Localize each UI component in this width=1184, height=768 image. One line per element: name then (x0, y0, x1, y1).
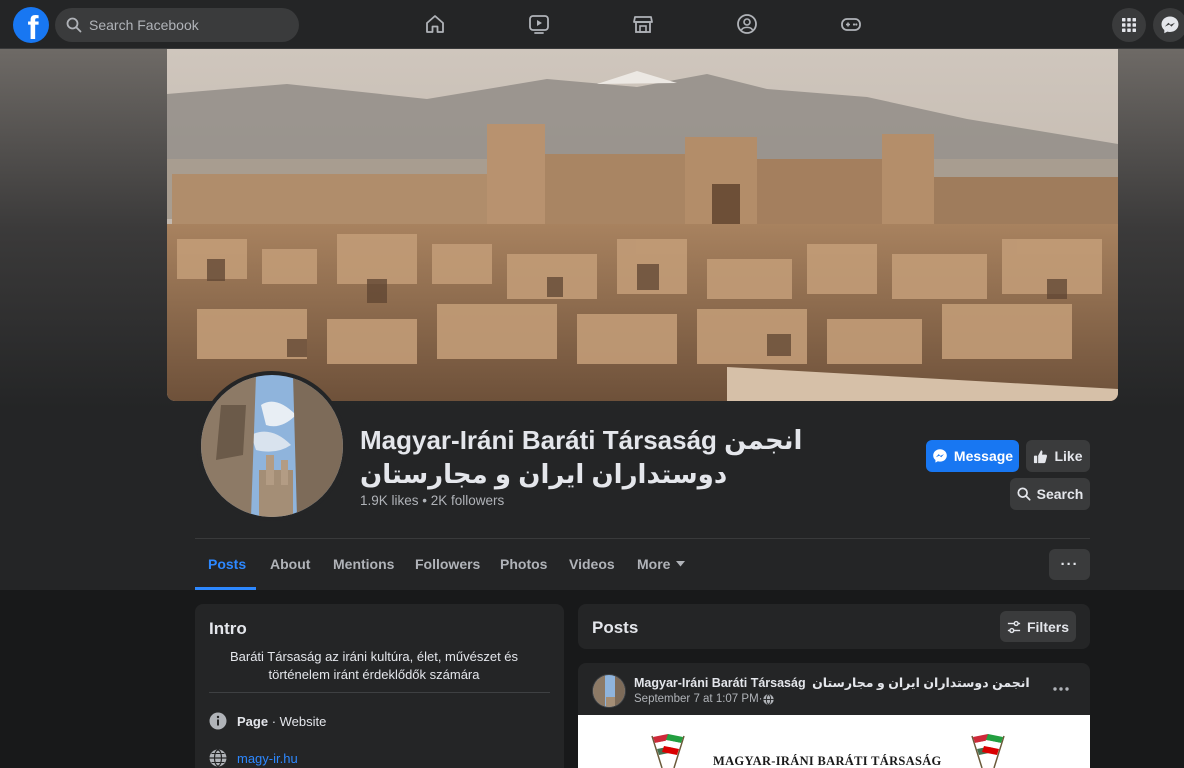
tab-about[interactable]: About (270, 556, 310, 572)
hungary-iran-flags-icon (651, 734, 685, 768)
posts-title: Posts (592, 618, 639, 637)
facebook-logo-icon[interactable]: f (13, 7, 49, 43)
like-button[interactable]: Like (1026, 440, 1090, 472)
search-button-label: Search (1036, 486, 1084, 502)
post-author-name-rtl[interactable]: انجمن دوستداران ایران و مجارستان (812, 676, 1030, 690)
intro-description: Baráti Társaság az iráni kultúra, élet, … (229, 649, 519, 682)
info-icon (209, 712, 227, 730)
message-button[interactable]: Message (926, 440, 1019, 472)
caret-down-icon (676, 561, 686, 567)
post-date[interactable]: September 7 at 1:07 PM (634, 693, 759, 705)
filters-button-label: Filters (1026, 618, 1069, 635)
tab-more-label: More (637, 556, 671, 572)
page-title-line1: Magyar-Iráni Baráti Társaság انجمن (360, 425, 803, 455)
intro-page-label: Page (237, 713, 269, 729)
hungary-iran-flags-icon (971, 734, 1005, 768)
tab-followers[interactable]: Followers (415, 556, 480, 572)
groups-icon[interactable] (735, 12, 759, 36)
intro-card (195, 604, 564, 768)
menu-grid-icon[interactable] (1112, 8, 1146, 42)
public-globe-icon (762, 693, 774, 705)
search-icon (66, 17, 82, 33)
active-tab-indicator (195, 587, 256, 590)
marketplace-icon[interactable] (631, 12, 655, 36)
more-options-icon: ··· (1060, 556, 1079, 573)
tab-videos[interactable]: Videos (569, 556, 615, 572)
page-title: Magyar-Iráni Baráti Társaság انجمن دوستد… (360, 423, 860, 491)
watch-icon[interactable] (527, 12, 551, 36)
page-title-line2: دوستداران ایران و مجارستان (360, 459, 728, 489)
globe-icon (209, 749, 227, 767)
search-icon (1017, 487, 1031, 501)
intro-page-category: · Website (268, 713, 327, 729)
intro-divider (209, 692, 550, 693)
search-input[interactable]: Search Facebook (55, 8, 299, 42)
messenger-icon[interactable] (1153, 8, 1184, 42)
tab-posts[interactable]: Posts (208, 556, 246, 572)
tab-more[interactable]: More (637, 556, 686, 572)
message-button-label: Message (953, 448, 1014, 464)
thumbs-up-icon (1034, 449, 1048, 463)
post-image[interactable]: MAGYAR-IRÁNI BARÁTI TÁRSASÁG (578, 715, 1090, 768)
page-search-button[interactable]: Search (1010, 478, 1090, 510)
messenger-icon (933, 449, 947, 463)
post-meta-row: September 7 at 1:07 PM · (634, 693, 774, 705)
facebook-logo-letter: f (27, 9, 39, 43)
more-options-button[interactable]: ··· (1049, 549, 1090, 580)
top-navigation-bar: f Search Facebook (0, 0, 1184, 49)
profile-picture[interactable] (197, 371, 347, 521)
page-stats[interactable]: 1.9K likes • 2K followers (360, 493, 504, 508)
gaming-icon[interactable] (839, 12, 863, 36)
like-button-label: Like (1054, 448, 1083, 464)
intro-website-link[interactable]: magy-ir.hu (237, 751, 298, 766)
filters-icon (1007, 620, 1021, 633)
search-placeholder: Search Facebook (89, 17, 199, 33)
tabs-divider (195, 538, 1090, 539)
tab-mentions[interactable]: Mentions (333, 556, 394, 572)
intro-page-row: Page · Website (209, 712, 326, 730)
more-horizontal-icon (1053, 687, 1069, 691)
filters-button[interactable]: Filters (1000, 611, 1076, 642)
post-author-name[interactable]: Magyar-Iráni Baráti Társaság (634, 676, 806, 690)
intro-website-row: magy-ir.hu (209, 749, 298, 767)
cover-photo[interactable] (167, 49, 1118, 401)
tab-photos[interactable]: Photos (500, 556, 547, 572)
post-image-caption: MAGYAR-IRÁNI BARÁTI TÁRSASÁG (713, 754, 942, 768)
post-options-button[interactable] (1047, 677, 1075, 701)
post-author-row: Magyar-Iráni Baráti Társaság انجمن دوستد… (634, 675, 1030, 690)
intro-title: Intro (209, 619, 247, 638)
post-author-avatar[interactable] (592, 674, 626, 708)
home-icon[interactable] (423, 12, 447, 36)
